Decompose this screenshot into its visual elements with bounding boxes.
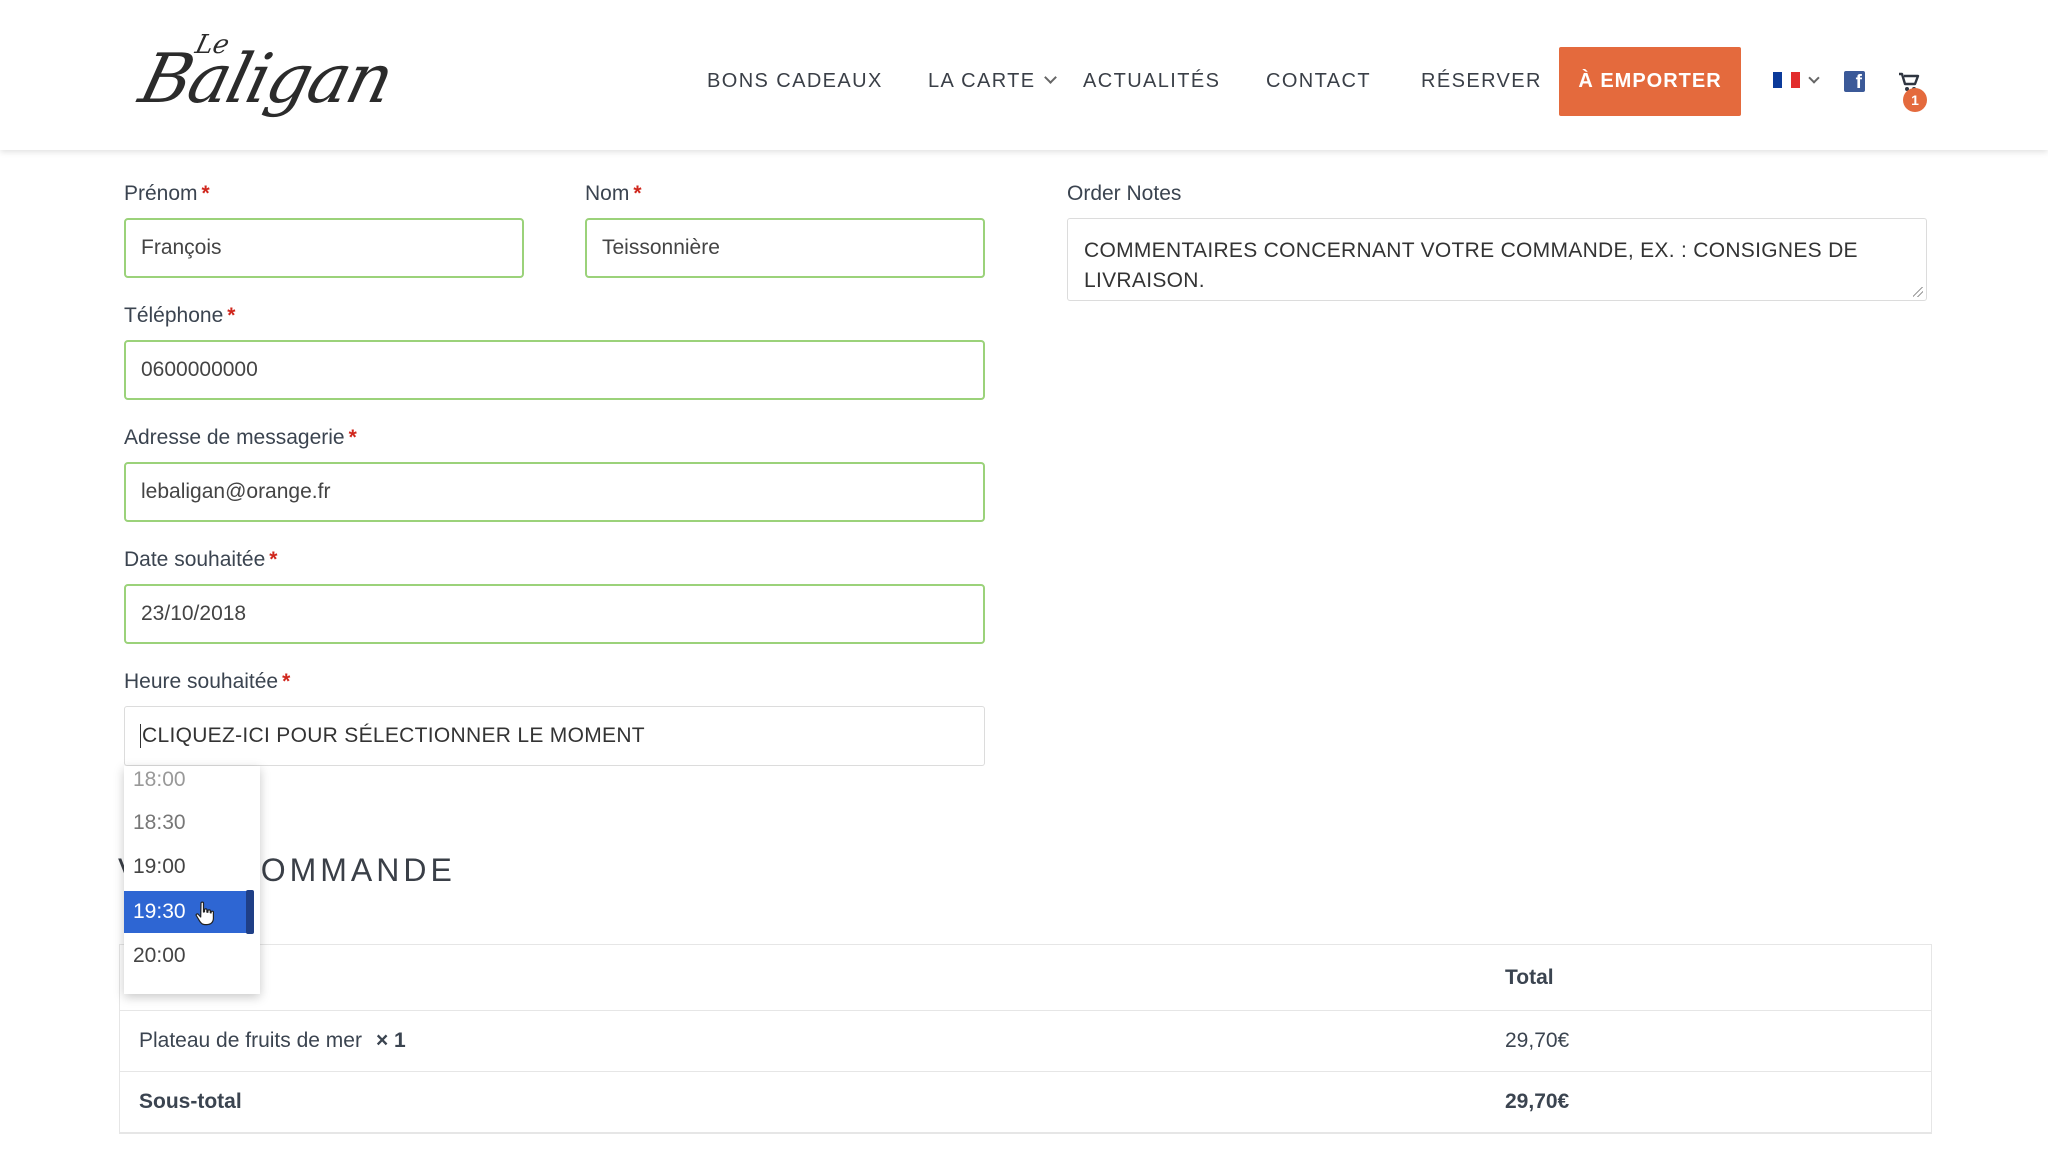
prenom-label: Prénom * (124, 182, 210, 206)
required-marker: * (201, 182, 210, 205)
nom-value: Teissonnière (602, 236, 720, 259)
a-emporter-button[interactable]: À EMPORTER (1559, 47, 1741, 116)
site-logo[interactable]: Le Baligan (132, 22, 400, 137)
french-flag-icon[interactable] (1773, 72, 1800, 88)
order-item-name: Plateau de fruits de mer (139, 1029, 362, 1052)
facebook-icon[interactable]: f (1844, 71, 1865, 92)
dropdown-scrollbar[interactable] (246, 890, 254, 934)
nom-input[interactable]: Teissonnière (585, 218, 985, 278)
date-value: 23/10/2018 (141, 602, 247, 625)
order-table: Total Plateau de fruits de mer × 1 29,70€… (119, 944, 1932, 1134)
order-section-title-text: COMMANDE (233, 852, 456, 888)
email-input[interactable]: lebaligan@orange.fr (124, 462, 985, 522)
subtotal-row: Sous-total 29,70€ (120, 1072, 1931, 1133)
cart-count-badge: 1 (1903, 88, 1927, 112)
order-item-total: 29,70€ (1505, 1029, 1570, 1052)
table-row: Plateau de fruits de mer × 1 29,70€ (120, 1011, 1931, 1072)
total-column-header: Total (1505, 965, 1554, 989)
time-dropdown-list[interactable]: 18:00 18:30 19:00 19:30 20:00 (124, 766, 260, 994)
date-label: Date souhaitée * (124, 548, 277, 572)
order-notes-textarea[interactable]: COMMENTAIRES CONCERNANT VOTRE COMMANDE, … (1067, 218, 1927, 301)
heure-input[interactable]: CLIQUEZ-ICI POUR SÉLECTIONNER LE MOMENT (124, 706, 985, 766)
telephone-input[interactable]: 0600000000 (124, 340, 985, 400)
time-option-2000[interactable]: 20:00 (124, 935, 260, 977)
resize-handle-icon[interactable] (1913, 287, 1923, 297)
table-header-row: Total (120, 945, 1931, 1011)
time-option-1900[interactable]: 19:00 (124, 846, 260, 888)
required-marker: * (269, 548, 278, 571)
hand-pointer-cursor-icon (195, 901, 214, 926)
chevron-down-icon (1043, 71, 1057, 84)
logo-text: Baligan (132, 40, 400, 119)
required-marker: * (282, 670, 291, 693)
prenom-label-text: Prénom (124, 182, 198, 205)
heure-label: Heure souhaitée * (124, 670, 290, 694)
subtotal-label: Sous-total (139, 1090, 242, 1113)
order-item-qty: × 1 (375, 1029, 406, 1052)
email-label-text: Adresse de messagerie (124, 426, 345, 449)
nav-actualites[interactable]: ACTUALITÉS (1083, 70, 1220, 93)
nav-contact[interactable]: CONTACT (1266, 70, 1371, 93)
email-value: lebaligan@orange.fr (141, 480, 331, 503)
prenom-value: François (141, 236, 222, 259)
nav-la-carte[interactable]: LA CARTE (928, 70, 1057, 93)
email-label: Adresse de messagerie * (124, 426, 357, 450)
site-header: Le Baligan BONS CADEAUX LA CARTE ACTUALI… (0, 0, 2048, 150)
time-option-1800[interactable]: 18:00 (124, 766, 260, 801)
nom-label-text: Nom (585, 182, 630, 205)
nav-reserver[interactable]: RÉSERVER (1421, 70, 1542, 93)
telephone-label: Téléphone * (124, 304, 235, 328)
date-label-text: Date souhaitée (124, 548, 266, 571)
order-notes-label: Order Notes (1067, 182, 1182, 205)
order-notes-placeholder: COMMENTAIRES CONCERNANT VOTRE COMMANDE, … (1084, 239, 1858, 292)
required-marker: * (633, 182, 642, 205)
time-option-1930-selected[interactable]: 19:30 (124, 891, 252, 933)
prenom-input[interactable]: François (124, 218, 524, 278)
telephone-value: 0600000000 (141, 358, 258, 381)
order-item-cell: Plateau de fruits de mer × 1 (139, 1029, 406, 1053)
text-caret (140, 724, 141, 748)
language-chevron-down-icon[interactable] (1808, 72, 1820, 84)
telephone-label-text: Téléphone (124, 304, 224, 327)
nav-bons-cadeaux[interactable]: BONS CADEAUX (707, 70, 883, 93)
nav-la-carte-label: LA CARTE (928, 70, 1036, 92)
heure-label-text: Heure souhaitée (124, 670, 279, 693)
time-option-1830[interactable]: 18:30 (124, 802, 260, 844)
nom-label: Nom * (585, 182, 642, 206)
heure-placeholder: CLIQUEZ-ICI POUR SÉLECTIONNER LE MOMENT (142, 724, 645, 747)
required-marker: * (227, 304, 236, 327)
subtotal-value: 29,70€ (1505, 1090, 1570, 1113)
date-input[interactable]: 23/10/2018 (124, 584, 985, 644)
required-marker: * (348, 426, 357, 449)
